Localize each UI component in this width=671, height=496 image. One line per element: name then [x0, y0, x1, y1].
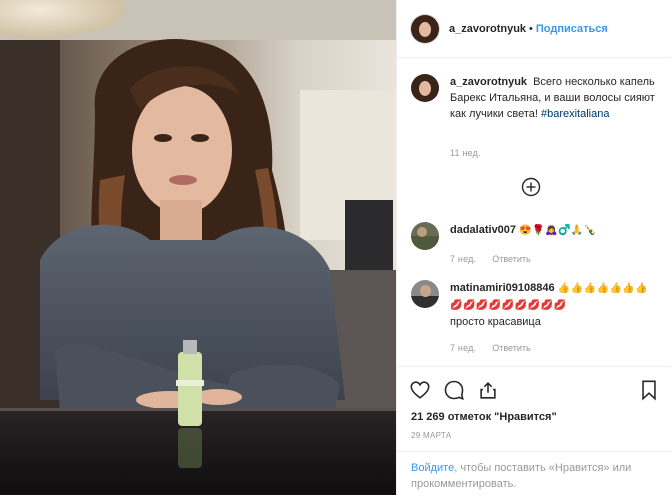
commenter-avatar[interactable] — [411, 222, 439, 250]
post-photo[interactable] — [0, 0, 396, 495]
post-date[interactable]: 29 марта — [411, 431, 451, 440]
comment-time[interactable]: 7 нед. — [450, 343, 476, 353]
commenter-username[interactable]: matinamiri09108846 — [450, 282, 555, 294]
heart-icon[interactable] — [409, 379, 431, 401]
bookmark-icon[interactable] — [638, 379, 660, 401]
comment-item: matinamiri09108846 👍👍👍👍👍👍👍💋💋💋💋💋💋💋💋💋 прос… — [411, 280, 661, 330]
comment-text: 😍🌹🙇‍♀️♂️🙏🍾 — [519, 225, 597, 236]
caption-body: a_zavorotnyuk Всего несколько капель Бар… — [450, 74, 655, 122]
caption-username[interactable]: a_zavorotnyuk — [450, 76, 527, 88]
commenter-avatar[interactable] — [411, 280, 439, 308]
header-separator: • — [529, 22, 533, 35]
post-image — [0, 0, 396, 495]
comment-meta: 7 нед. Ответить — [450, 338, 531, 356]
action-buttons — [409, 379, 499, 401]
post-header: a_zavorotnyuk • Подписаться — [397, 0, 671, 58]
login-prompt: Войдите, чтобы поставить «Нравится» или … — [397, 451, 671, 496]
likes-count[interactable]: 21 269 отметок "Нравится" — [411, 411, 557, 423]
caption-hashtag[interactable]: #barexitaliana — [541, 108, 610, 120]
header-text: a_zavorotnyuk • Подписаться — [449, 22, 608, 36]
login-link[interactable]: Войдите — [411, 462, 454, 474]
post-panel: a_zavorotnyuk • Подписаться a_zavorotnyuk … — [396, 0, 671, 495]
comment-icon[interactable] — [443, 379, 465, 401]
caption-time[interactable]: 11 нед. — [450, 148, 481, 158]
plus-circle-icon — [521, 177, 541, 197]
caption-avatar[interactable] — [411, 74, 439, 102]
comment-meta: 7 нед. Ответить — [450, 249, 531, 267]
caption: a_zavorotnyuk Всего несколько капель Бар… — [411, 74, 661, 122]
comment-time[interactable]: 7 нед. — [450, 254, 476, 264]
load-more-comments-button[interactable] — [521, 177, 541, 197]
commenter-username[interactable]: dadalativ007 — [450, 224, 516, 236]
comment-text-line2: просто красавица — [450, 316, 541, 328]
reply-button[interactable]: Ответить — [492, 343, 530, 353]
comment-body: dadalativ007 😍🌹🙇‍♀️♂️🙏🍾 — [450, 222, 655, 250]
comment-item: dadalativ007 😍🌹🙇‍♀️♂️🙏🍾 — [411, 222, 661, 250]
share-icon[interactable] — [477, 379, 499, 401]
comment-body: matinamiri09108846 👍👍👍👍👍👍👍💋💋💋💋💋💋💋💋💋 прос… — [450, 280, 655, 330]
author-username[interactable]: a_zavorotnyuk — [449, 23, 526, 35]
follow-button[interactable]: Подписаться — [536, 23, 608, 35]
post-actions: 21 269 отметок "Нравится" 29 марта Войди… — [397, 366, 671, 495]
reply-button[interactable]: Ответить — [492, 254, 530, 264]
author-avatar[interactable] — [411, 14, 439, 43]
